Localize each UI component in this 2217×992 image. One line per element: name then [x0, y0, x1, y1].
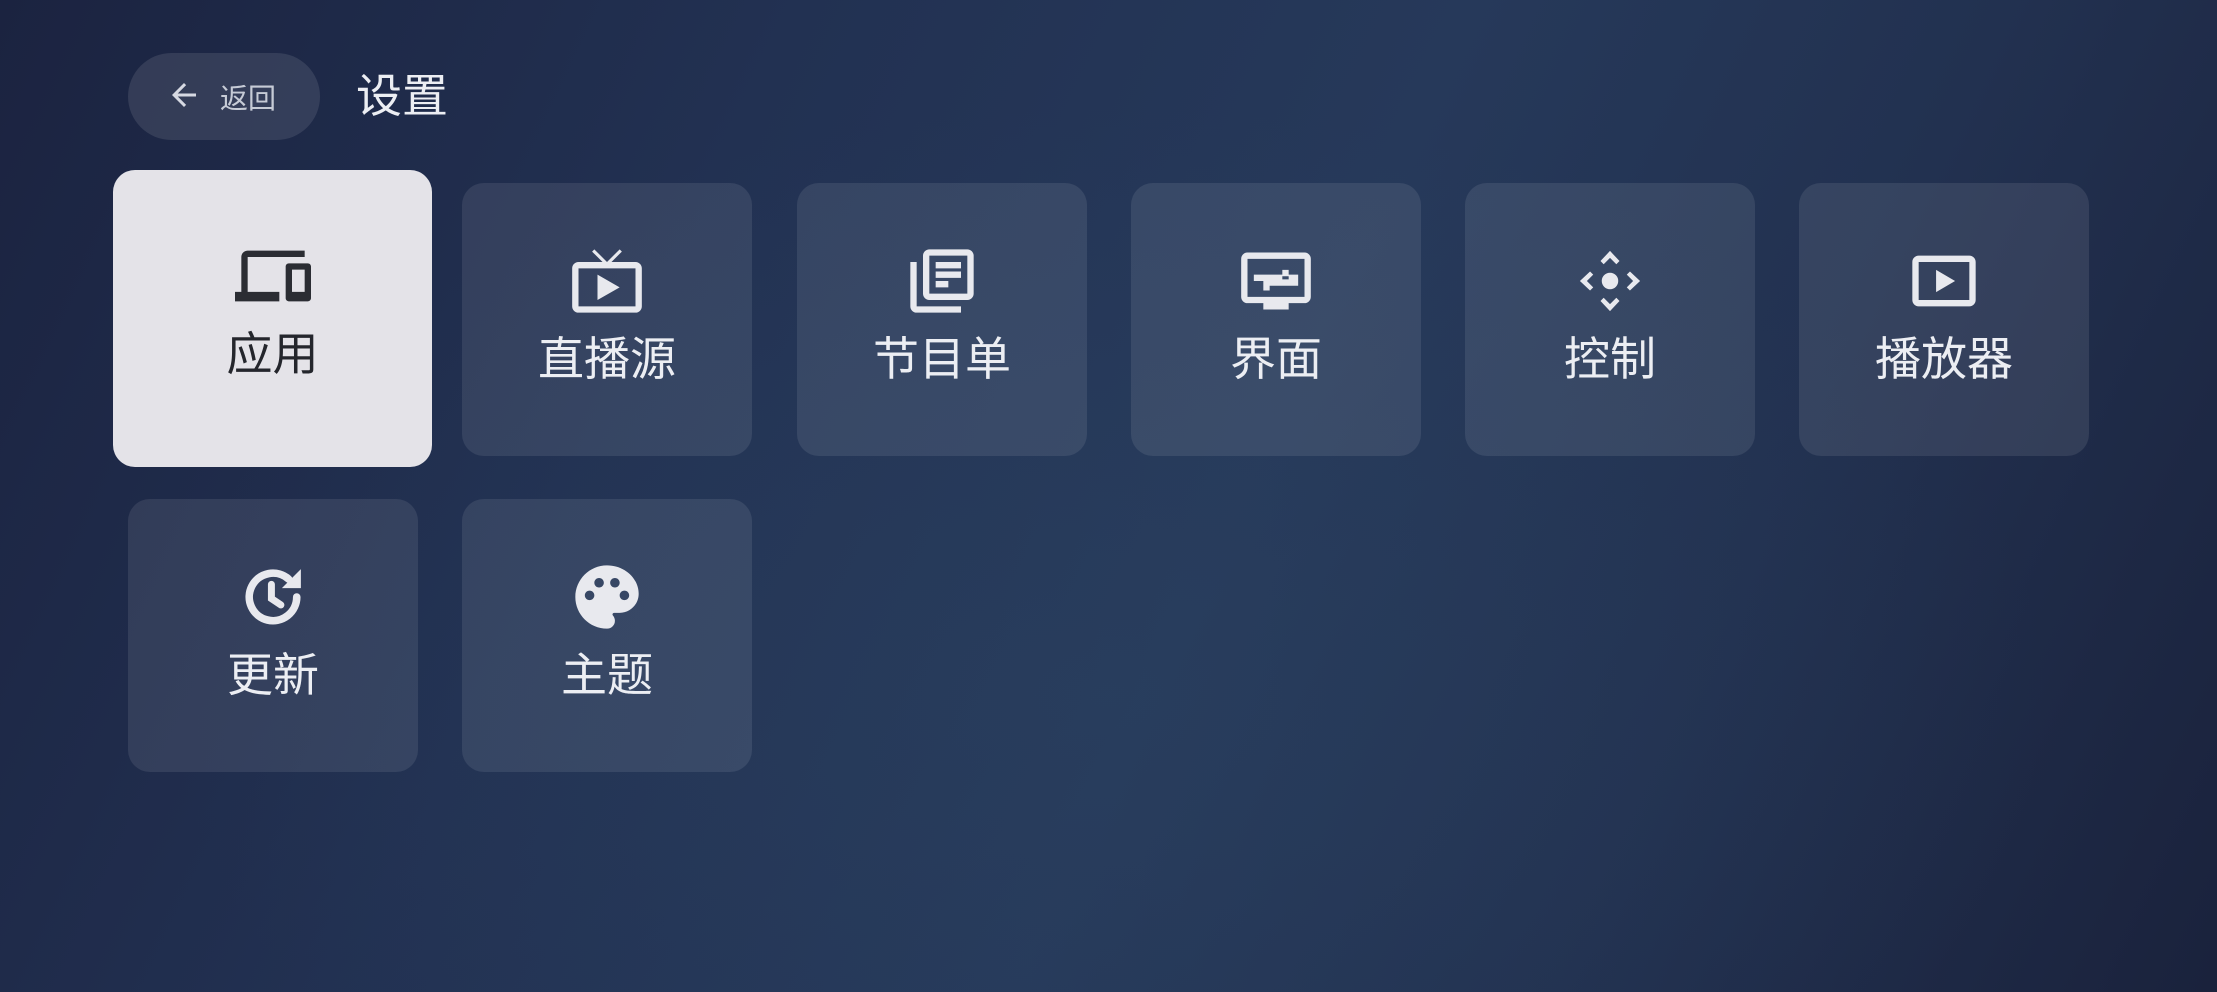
tile-live-source[interactable]: 直播源 [462, 183, 752, 456]
arrow-left-icon [166, 77, 202, 117]
control-dpad-icon [1572, 243, 1648, 319]
tile-label: 直播源 [538, 332, 676, 386]
tile-label: 控制 [1564, 332, 1656, 386]
tile-label: 应用 [226, 327, 319, 381]
tile-label: 播放器 [1875, 332, 2013, 386]
back-button[interactable]: 返回 [128, 53, 320, 140]
tile-theme[interactable]: 主题 [462, 499, 752, 772]
tile-control[interactable]: 控制 [1465, 183, 1755, 456]
tile-label: 界面 [1230, 332, 1322, 386]
tile-program-guide[interactable]: 节目单 [797, 183, 1087, 456]
settings-display-icon [1238, 243, 1314, 319]
devices-icon [234, 238, 311, 314]
page-title: 设置 [356, 69, 448, 123]
tile-update[interactable]: 更新 [128, 499, 418, 772]
tile-interface[interactable]: 界面 [1131, 183, 1421, 456]
live-tv-icon [569, 243, 645, 319]
tile-label: 主题 [561, 648, 653, 702]
tile-label: 节目单 [873, 332, 1011, 386]
back-label: 返回 [220, 81, 277, 115]
tile-label: 更新 [227, 648, 319, 702]
update-clock-icon [235, 559, 311, 635]
tile-player[interactable]: 播放器 [1799, 183, 2089, 456]
tile-app[interactable]: 应用 [113, 170, 432, 467]
palette-icon [569, 559, 645, 635]
library-books-icon [904, 243, 980, 319]
background-glow [0, 0, 2217, 992]
play-box-icon [1906, 243, 1982, 319]
